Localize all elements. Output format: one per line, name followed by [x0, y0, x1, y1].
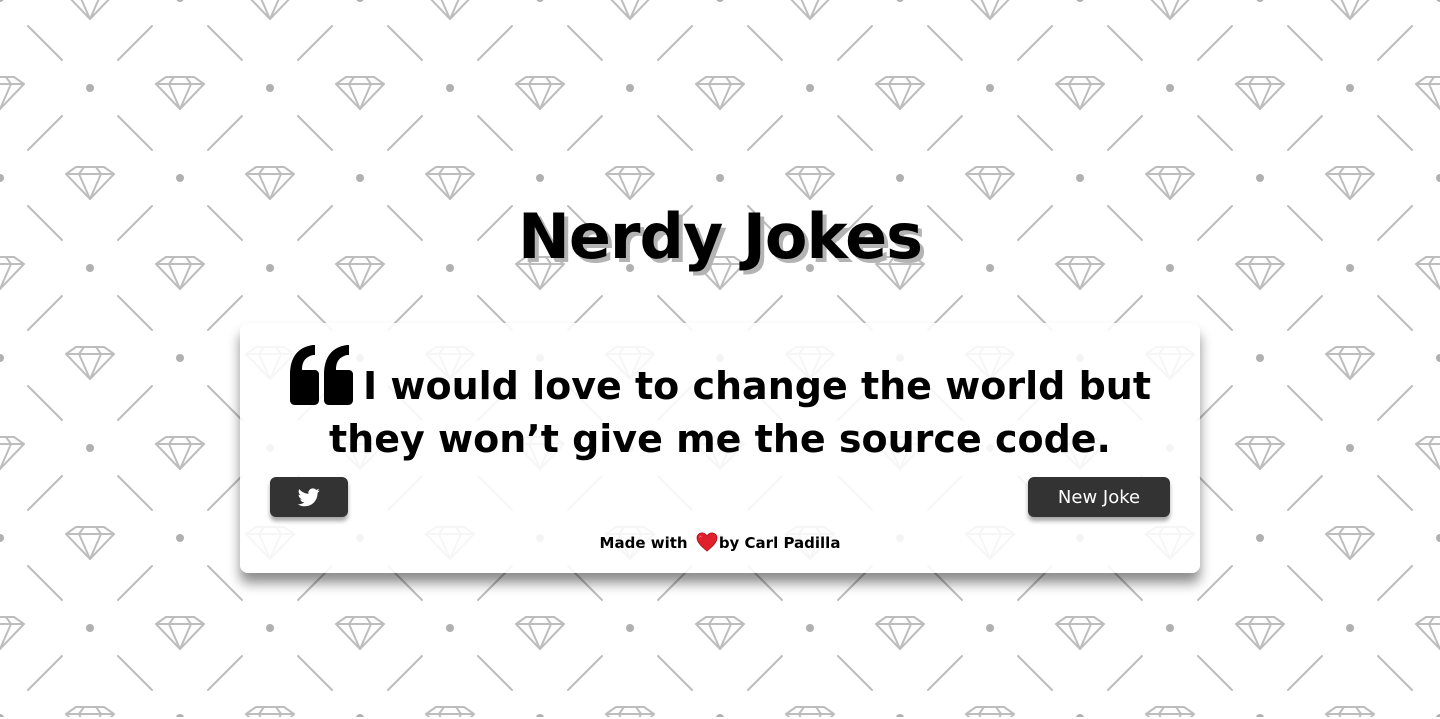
joke-text: I would love to change the world but the…	[329, 364, 1152, 461]
page: Nerdy Jokes I would love to change the w…	[0, 0, 1440, 719]
twitter-icon	[298, 487, 320, 507]
page-title: Nerdy Jokes	[517, 200, 923, 273]
footer-author: by Carl Padilla	[718, 534, 841, 552]
heart-icon	[696, 532, 718, 552]
tweet-button[interactable]	[270, 477, 348, 517]
footer-made-with: Made with	[599, 534, 688, 552]
footer-credit: Made with by Carl Padilla	[240, 532, 1200, 552]
joke-card: I would love to change the world but the…	[240, 323, 1200, 573]
joke-container: I would love to change the world but the…	[280, 345, 1160, 466]
quote-left-icon	[289, 345, 355, 405]
new-joke-button[interactable]: New Joke	[1028, 477, 1170, 517]
